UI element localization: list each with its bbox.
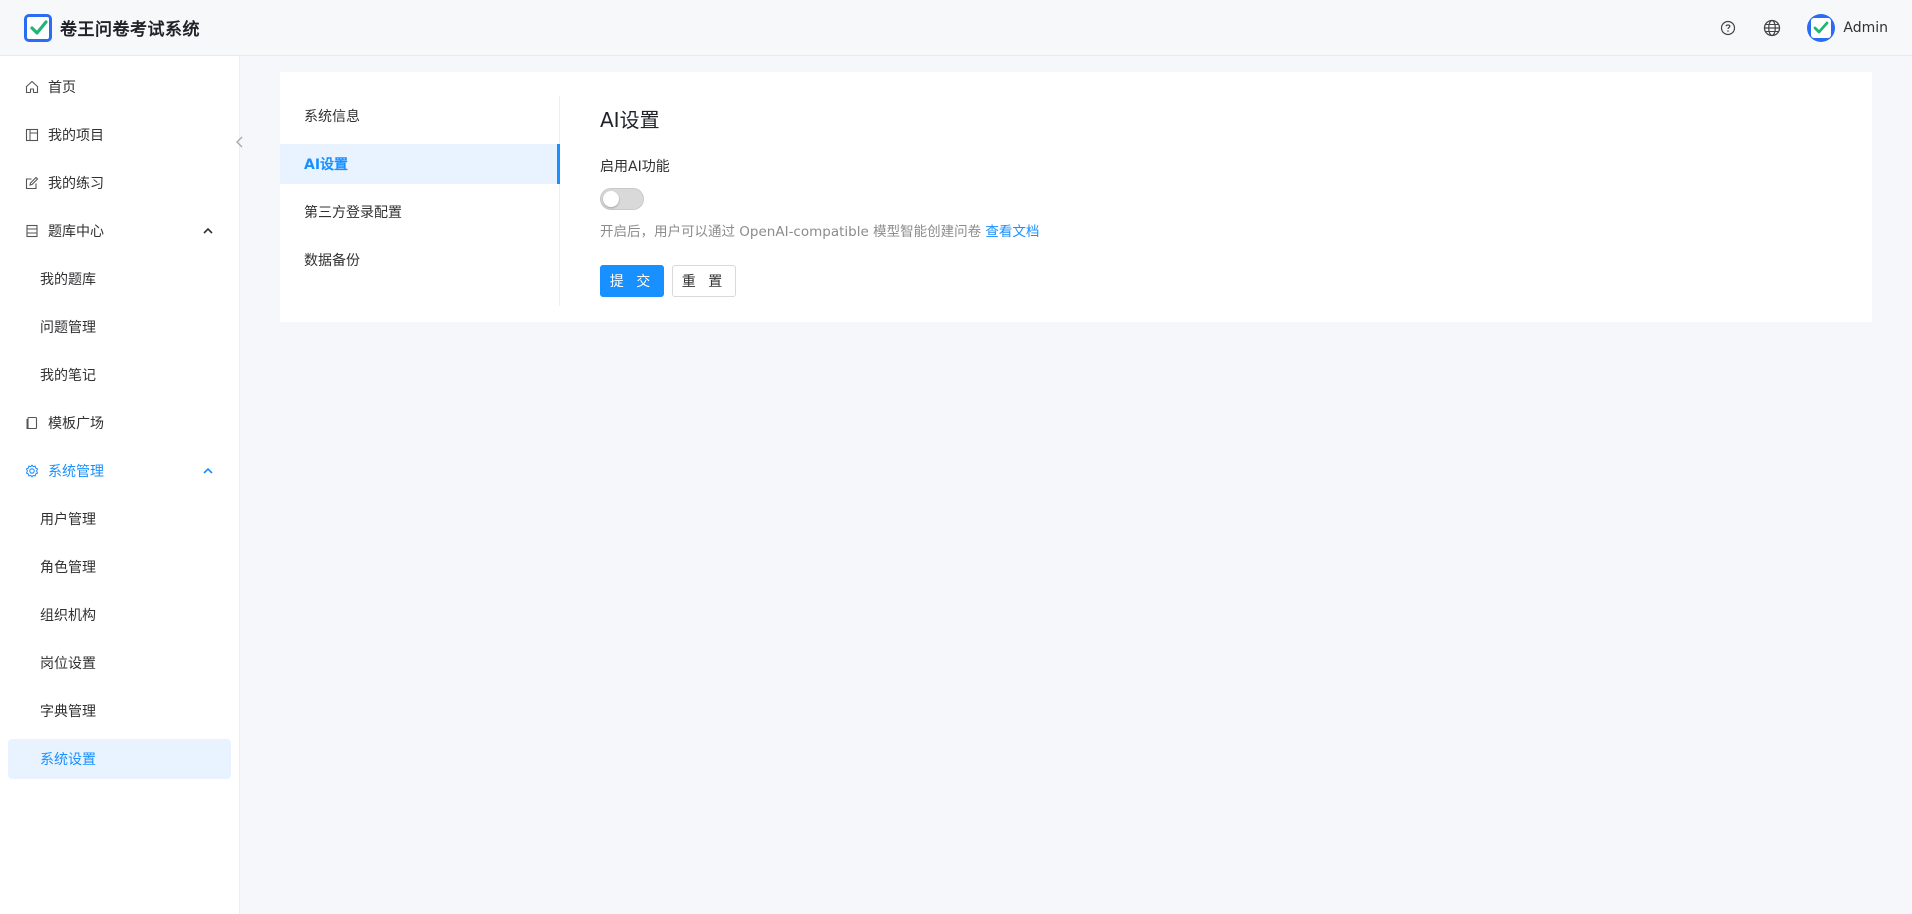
sidebar-item-template-square[interactable]: 模板广场 bbox=[8, 403, 231, 443]
sidebar-item-label: 我的笔记 bbox=[40, 368, 96, 384]
sidebar-item-label: 首页 bbox=[48, 80, 76, 96]
submit-button[interactable]: 提 交 bbox=[600, 265, 664, 297]
sidebar-item-my-notes[interactable]: 我的笔记 bbox=[8, 355, 231, 395]
sidebar-item-label: 问题管理 bbox=[40, 320, 96, 336]
project-icon bbox=[24, 127, 40, 143]
sidebar-item-label: 模板广场 bbox=[48, 416, 104, 432]
avatar-check-icon bbox=[1811, 18, 1832, 38]
settings-nav-system-info[interactable]: 系统信息 bbox=[280, 96, 560, 136]
sidebar-item-label: 题库中心 bbox=[48, 224, 104, 240]
sidebar-item-label: 组织机构 bbox=[40, 608, 96, 624]
panel-title: AI设置 bbox=[600, 108, 660, 132]
sidebar-item-label: 用户管理 bbox=[40, 512, 96, 528]
chevron-up-icon bbox=[203, 223, 215, 239]
sidebar-collapse-icon[interactable] bbox=[232, 130, 248, 154]
sidebar-item-label: 角色管理 bbox=[40, 560, 96, 576]
sidebar: 首页 我的项目 我的练习 题库中心 我的题库 问题管理 我的笔记 模板广场 系统… bbox=[0, 56, 243, 914]
globe-icon[interactable] bbox=[1763, 19, 1781, 37]
view-docs-link[interactable]: 查看文档 bbox=[985, 224, 1039, 240]
settings-nav-data-backup[interactable]: 数据备份 bbox=[280, 240, 560, 280]
sidebar-item-practice[interactable]: 我的练习 bbox=[8, 163, 231, 203]
sidebar-item-label: 岗位设置 bbox=[40, 656, 96, 672]
enable-ai-switch[interactable] bbox=[600, 188, 644, 210]
sidebar-item-user-management[interactable]: 用户管理 bbox=[8, 499, 231, 539]
sidebar-item-system-settings[interactable]: 系统设置 bbox=[8, 739, 231, 779]
settings-card: 系统信息 AI设置 第三方登录配置 数据备份 AI设置 启用AI功能 开启后，用… bbox=[280, 72, 1872, 322]
sidebar-item-question-bank-center[interactable]: 题库中心 bbox=[8, 211, 231, 251]
settings-nav-ai-settings[interactable]: AI设置 bbox=[280, 144, 560, 184]
ai-hint: 开启后，用户可以通过 OpenAI-compatible 模型智能创建问卷 查看… bbox=[600, 220, 1039, 240]
sidebar-item-my-question-bank[interactable]: 我的题库 bbox=[8, 259, 231, 299]
settings-nav: 系统信息 AI设置 第三方登录配置 数据备份 bbox=[280, 96, 560, 306]
sidebar-item-label: 我的项目 bbox=[48, 128, 104, 144]
enable-ai-label: 启用AI功能 bbox=[600, 159, 670, 175]
help-icon[interactable] bbox=[1719, 19, 1737, 37]
logo-icon bbox=[24, 13, 52, 42]
gear-icon bbox=[24, 463, 40, 479]
app-title: 卷王问卷考试系统 bbox=[60, 20, 200, 40]
sidebar-item-label: 系统管理 bbox=[48, 464, 104, 480]
database-icon bbox=[24, 223, 40, 239]
sidebar-item-projects[interactable]: 我的项目 bbox=[8, 115, 231, 155]
sidebar-item-label: 我的题库 bbox=[40, 272, 96, 288]
user-name[interactable]: Admin bbox=[1843, 20, 1888, 36]
app-logo[interactable]: 卷王问卷考试系统 bbox=[24, 13, 200, 42]
home-icon bbox=[24, 79, 40, 95]
reset-button[interactable]: 重 置 bbox=[672, 265, 736, 297]
sidebar-item-home[interactable]: 首页 bbox=[8, 67, 231, 107]
sidebar-item-position-settings[interactable]: 岗位设置 bbox=[8, 643, 231, 683]
sidebar-item-label: 字典管理 bbox=[40, 704, 96, 720]
edit-icon bbox=[24, 175, 40, 191]
settings-nav-third-party-login[interactable]: 第三方登录配置 bbox=[280, 192, 560, 232]
ai-settings-panel: AI设置 启用AI功能 开启后，用户可以通过 OpenAI-compatible… bbox=[600, 104, 1039, 297]
sidebar-item-label: 我的练习 bbox=[48, 176, 104, 192]
sidebar-item-organization[interactable]: 组织机构 bbox=[8, 595, 231, 635]
switch-knob bbox=[603, 191, 619, 207]
template-icon bbox=[24, 415, 40, 431]
top-header: 卷王问卷考试系统 Admin bbox=[0, 0, 1912, 56]
sidebar-item-label: 系统设置 bbox=[40, 752, 96, 768]
sidebar-item-role-management[interactable]: 角色管理 bbox=[8, 547, 231, 587]
sidebar-item-question-management[interactable]: 问题管理 bbox=[8, 307, 231, 347]
chevron-up-icon bbox=[203, 463, 215, 479]
sidebar-item-dictionary-management[interactable]: 字典管理 bbox=[8, 691, 231, 731]
ai-hint-text: 开启后，用户可以通过 OpenAI-compatible 模型智能创建问卷 bbox=[600, 224, 986, 240]
sidebar-item-system-management[interactable]: 系统管理 bbox=[8, 451, 231, 491]
avatar[interactable] bbox=[1807, 14, 1836, 42]
